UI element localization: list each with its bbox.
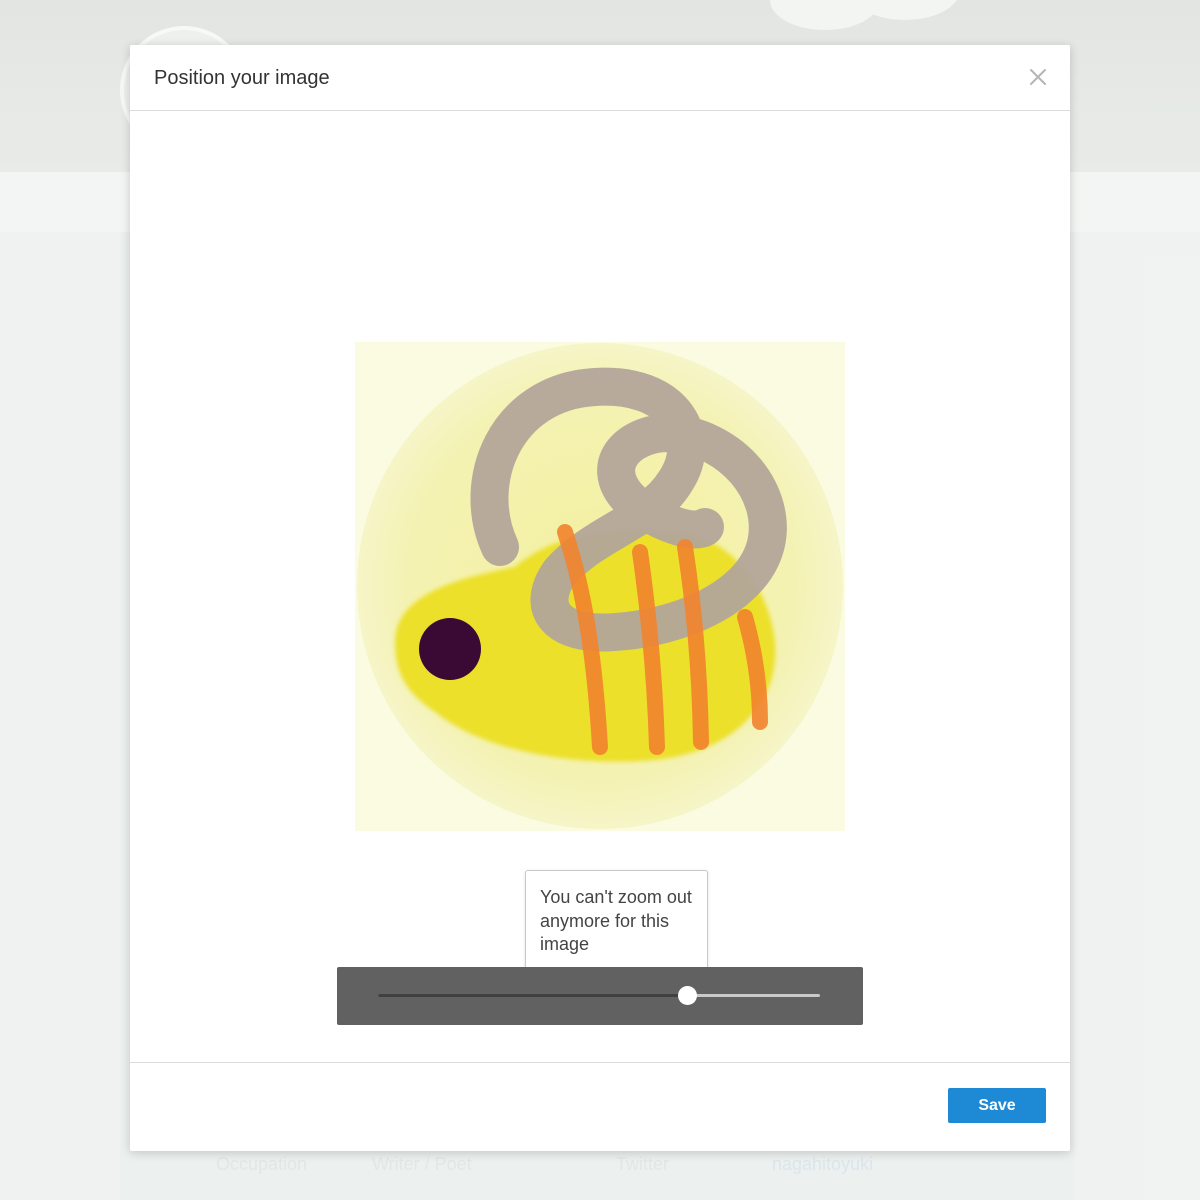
image-crop-area[interactable] [355, 342, 845, 831]
profile-image-preview [355, 342, 845, 831]
close-icon[interactable] [1026, 65, 1050, 89]
position-image-dialog: Position your image You can't zoom out a… [130, 45, 1070, 1151]
zoom-limit-tooltip: You can't zoom out anymore for this imag… [525, 870, 708, 984]
zoom-slider-handle[interactable] [678, 986, 697, 1005]
zoom-control [337, 967, 863, 1025]
dialog-header: Position your image [130, 45, 1070, 111]
zoom-slider-fill [378, 994, 687, 997]
dialog-footer: Save [130, 1062, 1070, 1152]
save-button[interactable]: Save [948, 1088, 1046, 1123]
tooltip-text: You can't zoom out anymore for this imag… [540, 887, 692, 954]
dialog-title: Position your image [154, 67, 330, 89]
